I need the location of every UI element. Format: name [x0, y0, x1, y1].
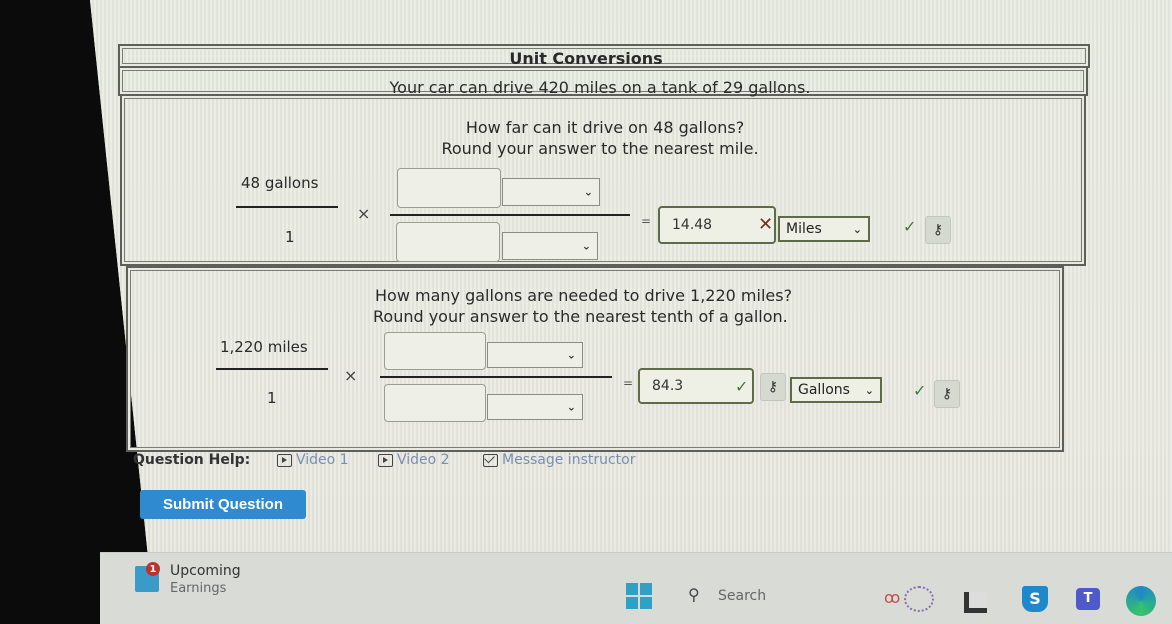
- q1-rounding: Round your answer to the nearest mile.: [441, 139, 759, 158]
- copilot-widget-icon[interactable]: ꝏ: [884, 588, 900, 607]
- check-icon: ✓: [913, 381, 927, 400]
- app-s-icon[interactable]: S: [1022, 586, 1048, 612]
- play-video-icon: [378, 453, 393, 467]
- chevron-down-icon: ⌄: [566, 400, 576, 414]
- q2-factor-numerator-input[interactable]: [384, 332, 486, 370]
- q2-given-denominator: 1: [267, 389, 277, 407]
- notification-badge: 1: [146, 562, 160, 576]
- message-instructor-label: Message instructor: [502, 452, 636, 468]
- q2-given-fraction-bar: [216, 368, 328, 370]
- q1-prompt: How far can it drive on 48 gallons?: [465, 118, 745, 137]
- q2-factor-numerator-unit-select[interactable]: ⌄: [487, 342, 583, 368]
- q1-answer-value: 14.48: [672, 217, 713, 233]
- q2-given-numerator: 1,220 miles: [220, 338, 308, 356]
- video-2-label: Video 2: [397, 452, 450, 468]
- q1-factor-numerator-unit-select[interactable]: ⌄: [502, 178, 600, 206]
- video-2-link[interactable]: Video 2: [378, 452, 450, 468]
- chevron-down-icon: ⌄: [852, 222, 862, 236]
- q2-answer-value: 84.3: [652, 378, 684, 394]
- q1-given-denominator: 1: [285, 228, 295, 246]
- q2-unit-value: Gallons: [798, 382, 850, 398]
- teams-icon[interactable]: T: [1076, 588, 1100, 610]
- key-icon: ⚷: [767, 379, 779, 395]
- q2-factor-fraction-bar: [380, 376, 612, 378]
- windows-start-icon[interactable]: [626, 583, 652, 609]
- ferris-wheel-icon[interactable]: [904, 586, 934, 612]
- q2-equals-sign: =: [623, 376, 634, 390]
- q1-key-button[interactable]: ⚷: [925, 216, 951, 244]
- mail-icon: [483, 453, 498, 467]
- q2-unit-key-button[interactable]: ⚷: [934, 380, 960, 408]
- q1-unit-value: Miles: [786, 221, 822, 237]
- submit-question-button[interactable]: Submit Question: [140, 490, 306, 519]
- q1-multiply-sign: ×: [357, 204, 371, 223]
- q2-factor-denominator-input[interactable]: [384, 384, 486, 422]
- widget-title[interactable]: Upcoming: [170, 563, 241, 579]
- chevron-down-icon: ⌄: [583, 185, 593, 199]
- app-l-icon[interactable]: [964, 592, 987, 613]
- q1-given-fraction-bar: [236, 206, 338, 208]
- message-instructor-link[interactable]: Message instructor: [483, 452, 636, 468]
- search-icon[interactable]: ⚲: [688, 585, 700, 604]
- q2-prompt: How many gallons are needed to drive 1,2…: [375, 286, 793, 305]
- play-video-icon: [277, 453, 292, 467]
- key-icon: ⚷: [941, 386, 953, 402]
- q2-rounding: Round your answer to the nearest tenth o…: [373, 307, 788, 326]
- q1-factor-numerator-input[interactable]: [397, 168, 501, 208]
- q1-factor-fraction-bar: [390, 214, 630, 216]
- q2-answer-unit-select[interactable]: Gallons ⌄: [790, 377, 882, 403]
- video-1-link[interactable]: Video 1: [277, 452, 349, 468]
- taskbar-search[interactable]: Search: [718, 588, 766, 604]
- check-icon: ✓: [903, 217, 917, 236]
- chevron-down-icon: ⌄: [566, 348, 576, 362]
- problem-title: Unit Conversions: [509, 49, 663, 68]
- check-icon: ✓: [735, 377, 749, 396]
- q2-answer-key-button[interactable]: ⚷: [760, 373, 786, 401]
- problem-intro: Your car can drive 420 miles on a tank o…: [389, 78, 811, 97]
- widget-subtitle[interactable]: Earnings: [170, 581, 226, 596]
- video-1-label: Video 1: [296, 452, 349, 468]
- q2-multiply-sign: ×: [344, 366, 358, 385]
- q2-factor-denominator-unit-select[interactable]: ⌄: [487, 394, 583, 420]
- x-mark-icon: ✕: [758, 214, 774, 235]
- q1-factor-denominator-unit-select[interactable]: ⌄: [502, 232, 598, 260]
- edge-browser-icon[interactable]: [1126, 586, 1156, 616]
- q1-equals-sign: =: [641, 214, 652, 228]
- chevron-down-icon: ⌄: [864, 383, 874, 397]
- key-icon: ⚷: [932, 222, 944, 238]
- question-help-label: Question Help:: [133, 452, 251, 468]
- q1-given-numerator: 48 gallons: [241, 174, 319, 192]
- chevron-down-icon: ⌄: [581, 239, 591, 253]
- q1-answer-unit-select[interactable]: Miles ⌄: [778, 216, 870, 242]
- q1-factor-denominator-input[interactable]: [396, 222, 500, 262]
